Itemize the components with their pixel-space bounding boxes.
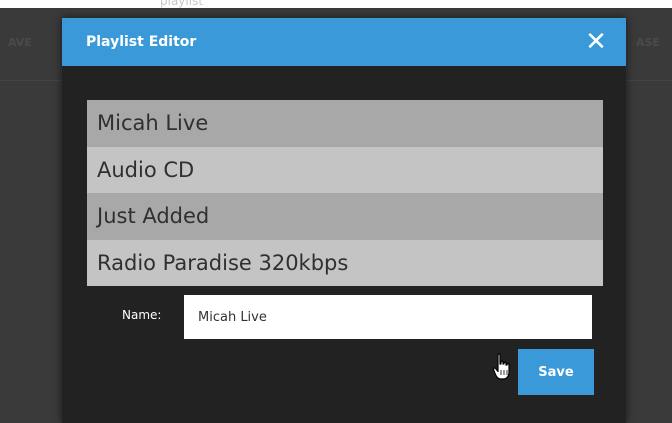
playlist-item[interactable]: Audio CD bbox=[87, 146, 603, 193]
top-strip: playlist bbox=[0, 0, 672, 8]
playlist-item[interactable]: Micah Live bbox=[87, 100, 603, 147]
background-divider bbox=[626, 80, 672, 81]
background-label-left: AVE bbox=[8, 36, 32, 49]
background-title: playlist bbox=[160, 0, 204, 8]
screen: playlist AVE ASE Playlist Editor ✕ Micah… bbox=[0, 0, 672, 423]
background-divider bbox=[0, 80, 62, 81]
background-label-right: ASE bbox=[636, 36, 660, 49]
save-button[interactable]: Save bbox=[518, 349, 594, 395]
dialog-header: Playlist Editor ✕ bbox=[62, 18, 626, 66]
name-label: Name: bbox=[122, 308, 162, 322]
name-row: Name: bbox=[62, 295, 626, 341]
playlist-item[interactable]: Radio Paradise 320kbps bbox=[87, 239, 603, 286]
playlist-editor-dialog: Playlist Editor ✕ Micah Live Audio CD Ju… bbox=[62, 18, 626, 423]
playlist-list: Micah Live Audio CD Just Added Radio Par… bbox=[87, 100, 603, 286]
close-icon[interactable]: ✕ bbox=[584, 29, 608, 55]
playlist-item[interactable]: Just Added bbox=[87, 193, 603, 240]
dialog-title: Playlist Editor bbox=[86, 34, 197, 50]
name-input[interactable] bbox=[184, 295, 592, 339]
